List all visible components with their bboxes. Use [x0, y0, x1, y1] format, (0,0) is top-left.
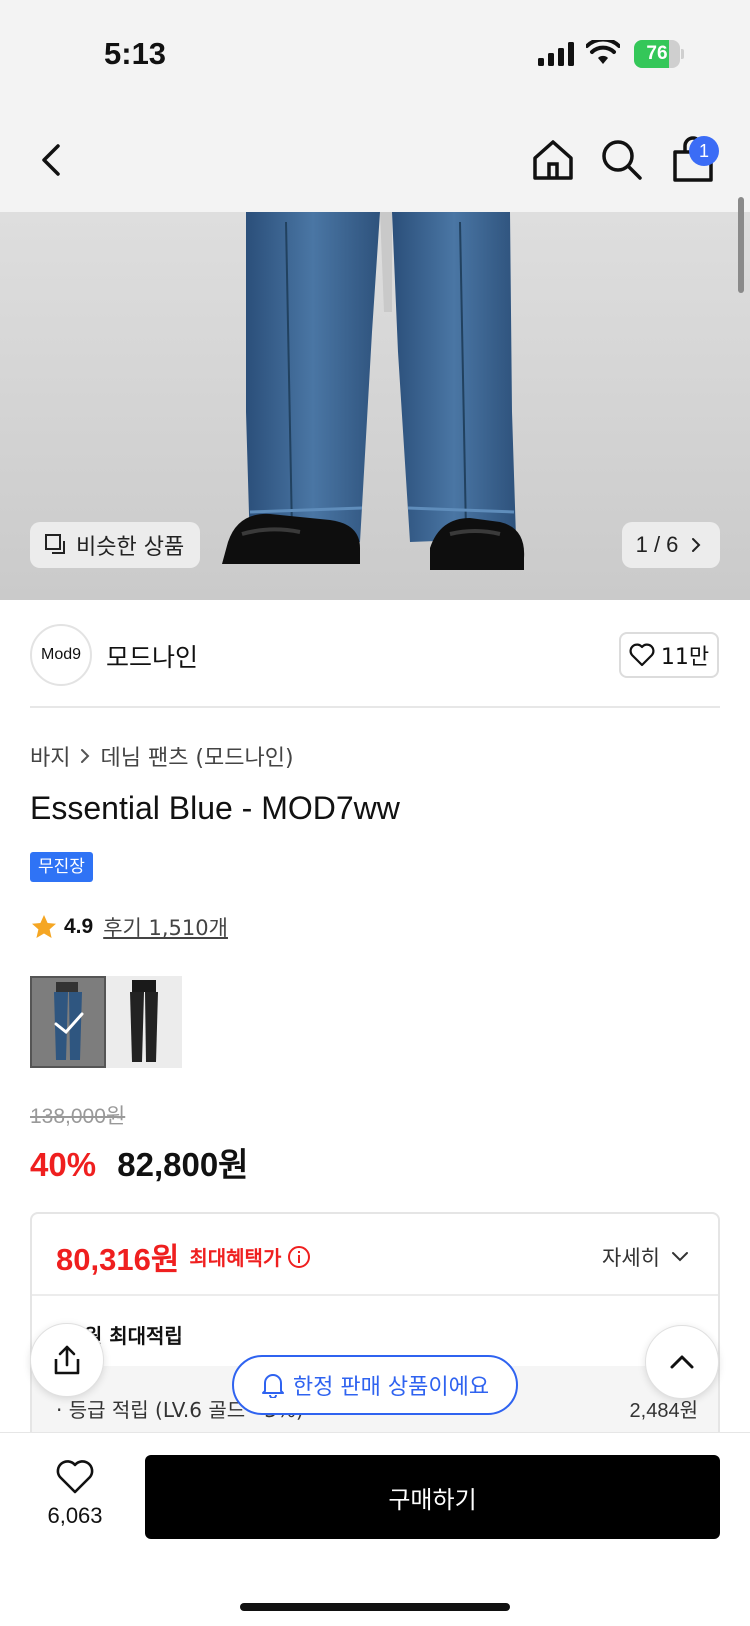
page-indicator-text: 1 / 6 — [635, 532, 679, 557]
store-tag: 무진장 — [30, 852, 93, 882]
bell-icon — [261, 1374, 284, 1398]
cellular-signal-icon — [538, 42, 574, 66]
sale-price: 82,800원 — [117, 1146, 249, 1183]
similar-items-icon — [45, 534, 65, 554]
max-benefit-row: 80,316원 최대혜택가 — [56, 1234, 311, 1279]
breadcrumb-category[interactable]: 바지 — [30, 740, 70, 772]
wifi-icon — [586, 40, 620, 64]
review-count-link[interactable]: 후기 1,510개 — [103, 912, 228, 942]
max-benefit-label: 최대혜택가 — [189, 1246, 282, 1270]
detail-label: 자세히 — [602, 1246, 660, 1270]
rating-score: 4.9 — [64, 915, 94, 938]
divider — [32, 1294, 718, 1296]
limited-sale-notice[interactable]: 한정 판매 상품이에요 — [232, 1355, 518, 1415]
home-button[interactable] — [525, 132, 581, 188]
chevron-right-icon — [81, 749, 90, 763]
chevron-up-icon — [670, 1355, 694, 1369]
share-icon — [54, 1345, 80, 1375]
similar-products-label: 비슷한 상품 — [76, 535, 185, 560]
sale-price-row: 40% 82,800원 — [30, 1138, 249, 1186]
benefit-detail-toggle[interactable]: 자세히 — [602, 1242, 690, 1272]
similar-products-button[interactable]: 비슷한 상품 — [30, 522, 200, 568]
search-icon — [602, 140, 642, 180]
battery-percent: 76 — [646, 43, 668, 64]
brand-like-button[interactable]: 11만 — [619, 632, 719, 678]
chevron-right-icon — [692, 538, 701, 552]
back-chevron-icon — [42, 144, 60, 176]
color-option-blue[interactable] — [30, 976, 106, 1068]
product-title: Essential Blue - MOD7ww — [30, 790, 400, 826]
info-icon[interactable] — [287, 1245, 311, 1269]
breadcrumb: 바지 데님 팬츠 (모드나인) — [30, 740, 294, 772]
back-button[interactable] — [24, 132, 80, 188]
battery-charging-icon: 76 — [634, 40, 684, 68]
brand-name[interactable]: 모드나인 — [106, 638, 198, 674]
star-icon — [32, 915, 56, 938]
rating-row: 4.9 후기 1,510개 — [30, 912, 228, 942]
max-benefit-price: 80,316원 — [56, 1242, 180, 1277]
battery-cap — [681, 49, 684, 59]
wish-button[interactable]: 6,063 — [30, 1459, 120, 1529]
breadcrumb-subcategory[interactable]: 데님 팬츠 (모드나인) — [100, 740, 293, 772]
brand-row: Mod9 모드나인 11만 — [30, 622, 720, 708]
brand-logo[interactable]: Mod9 — [30, 624, 92, 686]
battery-body: 76 — [634, 40, 680, 68]
limited-sale-label: 한정 판매 상품이에요 — [292, 1375, 490, 1400]
black-jeans-thumbnail — [106, 976, 182, 1068]
discount-rate: 40% — [30, 1146, 97, 1183]
chevron-down-icon — [672, 1252, 688, 1262]
original-price: 138,000원 — [30, 1105, 126, 1128]
scrollbar[interactable] — [738, 197, 744, 293]
search-button[interactable] — [594, 132, 650, 188]
wish-count: 6,063 — [47, 1503, 103, 1528]
home-indicator — [240, 1603, 510, 1611]
scroll-top-button[interactable] — [645, 1325, 719, 1399]
top-navigation — [0, 110, 750, 212]
brand-like-count: 11만 — [660, 645, 710, 670]
status-bar: 5:13 76 — [0, 0, 750, 110]
heart-outline-icon — [56, 1460, 94, 1494]
color-option-black[interactable] — [106, 976, 182, 1068]
image-page-indicator[interactable]: 1 / 6 — [622, 522, 720, 568]
cart-count-badge: 1 — [689, 136, 719, 166]
blue-jeans-thumbnail — [32, 978, 104, 1066]
home-icon — [533, 140, 573, 180]
share-button[interactable] — [30, 1323, 104, 1397]
bottom-action-bar: 6,063 구매하기 — [0, 1432, 750, 1626]
status-time: 5:13 — [104, 36, 167, 71]
buy-button[interactable]: 구매하기 — [145, 1455, 720, 1539]
heart-outline-icon — [629, 643, 655, 667]
